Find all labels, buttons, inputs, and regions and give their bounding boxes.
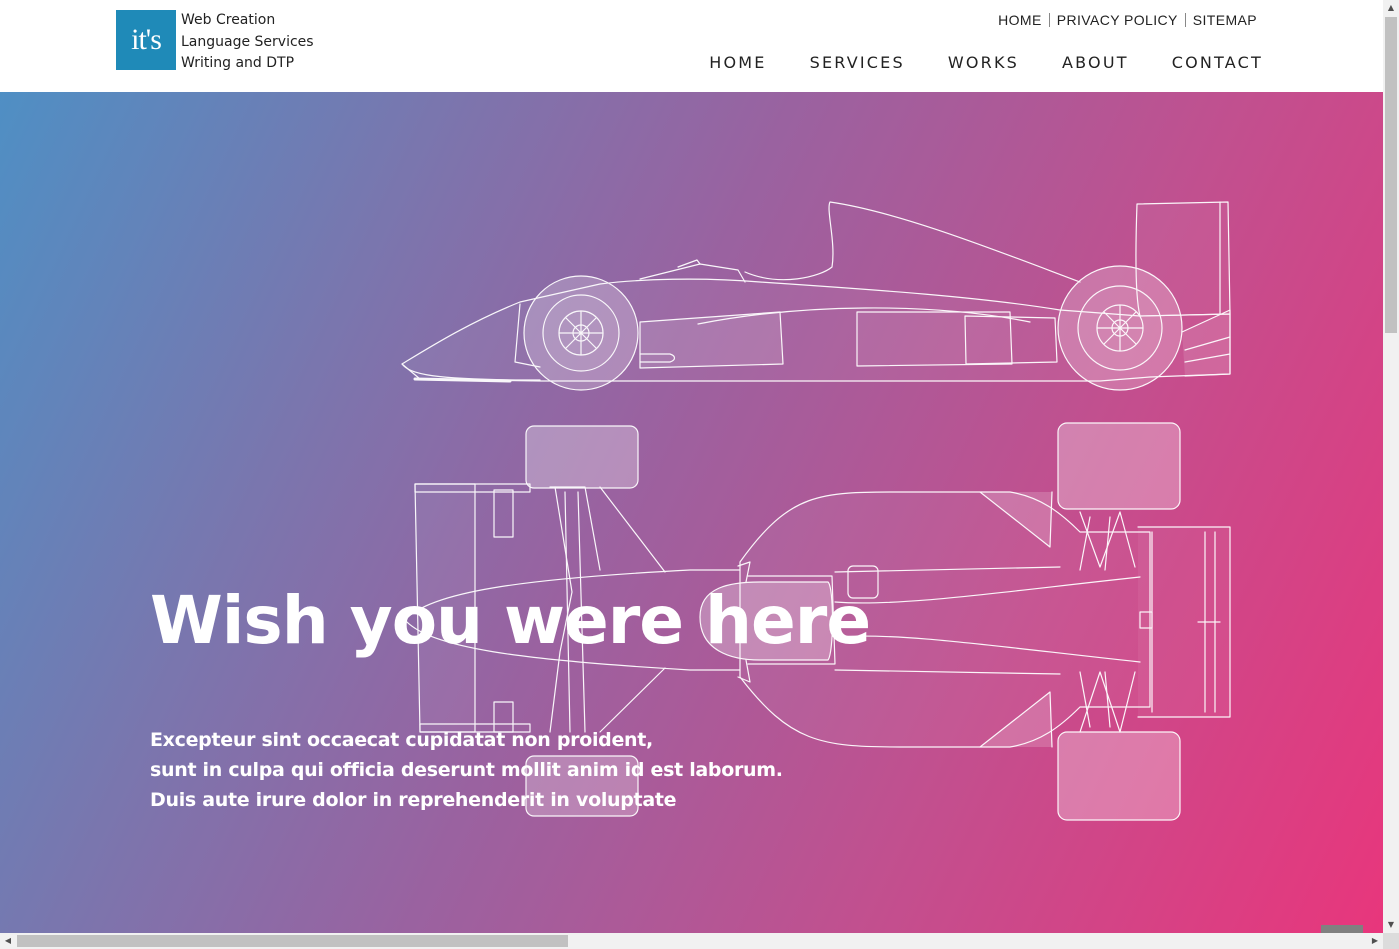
main-nav-home[interactable]: HOME xyxy=(709,52,766,74)
scroll-down-arrow-icon[interactable]: ▼ xyxy=(1383,917,1399,933)
site-logo[interactable]: it's Web Creation Language Services Writ… xyxy=(116,10,314,75)
main-nav-about[interactable]: ABOUT xyxy=(1062,52,1129,74)
hero-line-2: sunt in culpa qui officia deserunt molli… xyxy=(150,759,783,781)
main-nav-services[interactable]: SERVICES xyxy=(810,52,905,74)
hero-line-1: Excepteur sint occaecat cupidatat non pr… xyxy=(150,729,653,751)
logo-tagline: Web Creation Language Services Writing a… xyxy=(181,10,314,75)
util-nav-sitemap[interactable]: SITEMAP xyxy=(1186,11,1257,29)
main-nav-contact[interactable]: CONTACT xyxy=(1172,52,1263,74)
scrollbar-corner xyxy=(1383,933,1399,949)
logo-line-1: Web Creation xyxy=(181,12,276,28)
scroll-left-arrow-icon[interactable]: ◀ xyxy=(0,933,16,949)
vertical-scroll-thumb[interactable] xyxy=(1385,17,1397,333)
back-to-top-button[interactable] xyxy=(1321,925,1363,933)
hero-line-3: Duis aute irure dolor in reprehenderit i… xyxy=(150,789,677,811)
main-nav: HOME SERVICES WORKS ABOUT CONTACT xyxy=(666,52,1263,74)
util-nav-home[interactable]: HOME xyxy=(991,11,1049,29)
vertical-scrollbar[interactable]: ▲ ▼ xyxy=(1383,0,1399,933)
main-nav-works[interactable]: WORKS xyxy=(948,52,1019,74)
logo-mark: it's xyxy=(116,10,176,70)
logo-line-3: Writing and DTP xyxy=(181,55,295,71)
util-nav-privacy-policy[interactable]: PRIVACY POLICY xyxy=(1050,11,1185,29)
browser-viewport: it's Web Creation Language Services Writ… xyxy=(0,0,1383,933)
scroll-right-arrow-icon[interactable]: ▶ xyxy=(1367,933,1383,949)
site-header: it's Web Creation Language Services Writ… xyxy=(0,0,1383,92)
utility-nav: HOME PRIVACY POLICY SITEMAP xyxy=(991,11,1257,29)
horizontal-scroll-thumb[interactable] xyxy=(17,935,568,947)
car-side-view xyxy=(401,201,1231,391)
hero-section: Wish you were here Excepteur sint occaec… xyxy=(0,92,1383,933)
logo-line-2: Language Services xyxy=(181,33,314,50)
hero-description: Excepteur sint occaecat cupidatat non pr… xyxy=(150,725,783,815)
horizontal-scrollbar[interactable]: ◀ ▶ xyxy=(0,933,1383,949)
hero-title: Wish you were here xyxy=(150,582,871,659)
scroll-up-arrow-icon[interactable]: ▲ xyxy=(1383,0,1399,16)
